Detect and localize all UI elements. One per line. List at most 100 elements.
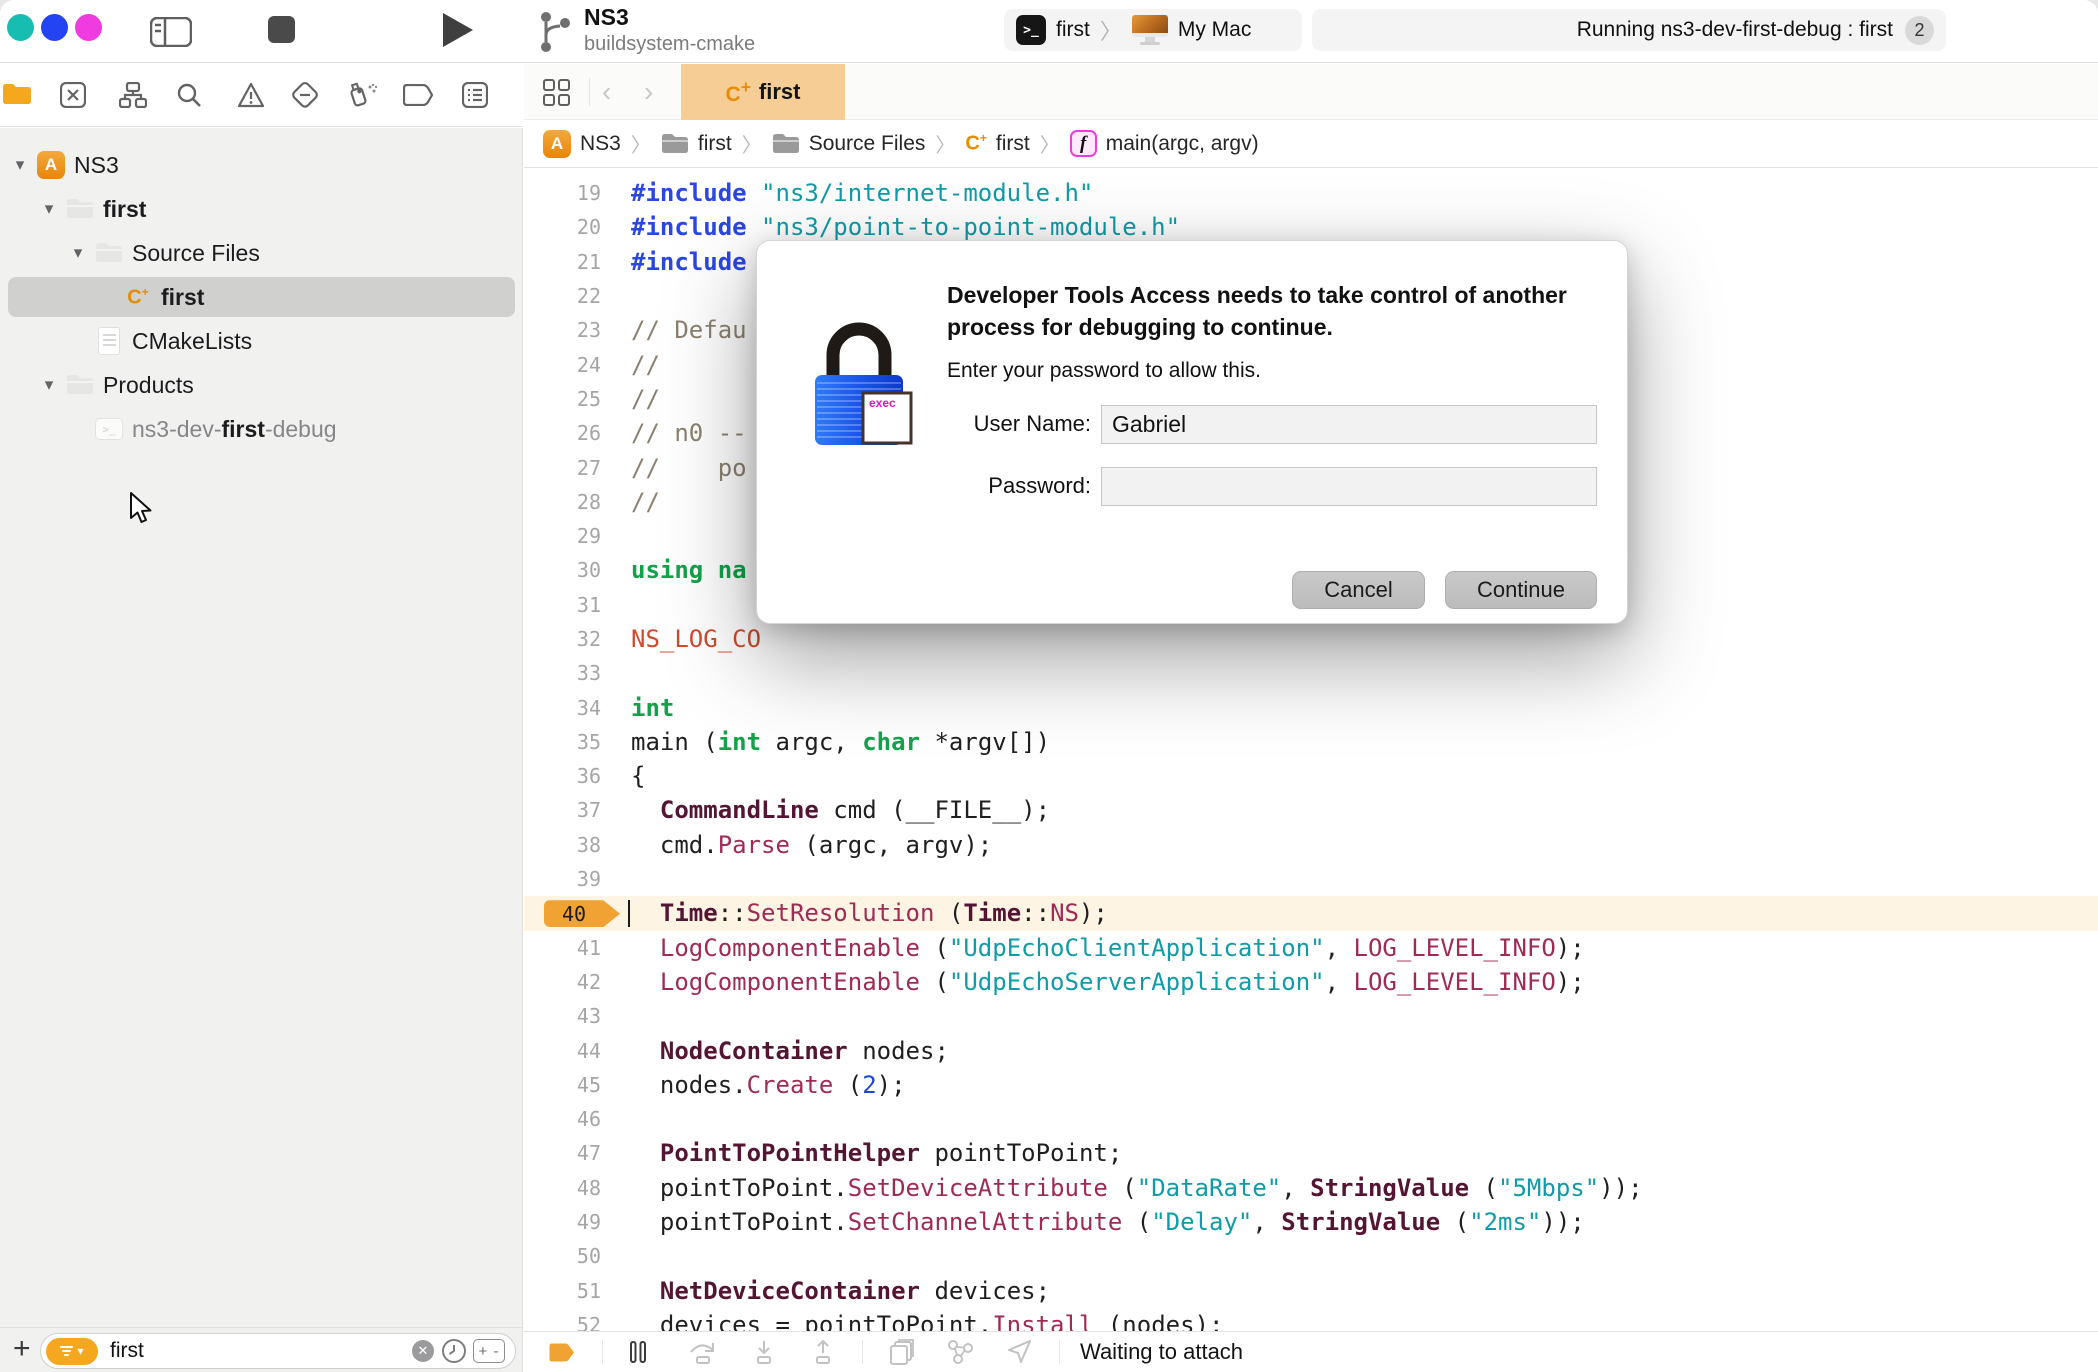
filter-options-icon[interactable]: ▾ xyxy=(46,1337,98,1365)
code-line[interactable]: 52 devices = pointToPoint.Install (nodes… xyxy=(524,1308,2098,1331)
breakpoints-toggle-icon[interactable] xyxy=(549,1343,575,1362)
tree-row[interactable]: ▾ first xyxy=(0,187,523,231)
password-field[interactable] xyxy=(1101,467,1597,506)
code-line[interactable]: 50 xyxy=(524,1239,2098,1273)
tree-row[interactable]: C+ first xyxy=(0,275,523,319)
line-number[interactable]: 46 xyxy=(524,1107,608,1131)
run-destination-label[interactable]: My Mac xyxy=(1178,18,1252,42)
symbol-navigator-icon[interactable] xyxy=(119,82,147,108)
traffic-zoom-button[interactable] xyxy=(75,14,102,41)
breakpoint-navigator-icon[interactable] xyxy=(403,84,433,106)
line-number[interactable]: 26 xyxy=(524,421,608,445)
line-number[interactable]: 23 xyxy=(524,318,608,342)
breakpoint-badge[interactable]: 40 xyxy=(544,900,620,928)
code-line[interactable]: 45 nodes.Create (2); xyxy=(524,1068,2098,1102)
code-line[interactable]: 34 int xyxy=(524,690,2098,724)
disclosure-chevron-icon[interactable]: ▾ xyxy=(39,375,59,395)
line-number[interactable]: 50 xyxy=(524,1244,608,1268)
report-navigator-icon[interactable] xyxy=(462,82,488,108)
line-number[interactable]: 32 xyxy=(524,627,608,651)
tree-row[interactable]: ▾ Source Files xyxy=(0,231,523,275)
project-navigator-icon[interactable] xyxy=(2,83,32,107)
traffic-minimize-button[interactable] xyxy=(41,14,68,41)
tree-row[interactable]: >_ ns3-dev-first-debug xyxy=(0,407,523,451)
line-number[interactable]: 42 xyxy=(524,970,608,994)
line-number[interactable]: 45 xyxy=(524,1073,608,1097)
line-number[interactable]: 31 xyxy=(524,593,608,617)
code-line[interactable]: 40 Time::SetResolution (Time::NS); xyxy=(524,896,2098,931)
line-number[interactable]: 52 xyxy=(524,1313,608,1331)
line-number[interactable]: 29 xyxy=(524,524,608,548)
back-chevron-icon[interactable]: ‹ xyxy=(602,64,611,120)
disclosure-chevron-icon[interactable]: ▾ xyxy=(10,155,30,175)
code-line[interactable]: 32 NS_LOG_CO xyxy=(524,622,2098,656)
code-line[interactable]: 46 xyxy=(524,1102,2098,1136)
code-line[interactable]: 39 xyxy=(524,862,2098,896)
breadcrumb-item[interactable]: f main(argc, argv) xyxy=(1069,130,1259,157)
disclosure-chevron-icon[interactable]: ▾ xyxy=(39,199,59,219)
line-number[interactable]: 36 xyxy=(524,764,608,788)
sidebar-toggle-icon[interactable] xyxy=(150,17,192,47)
code-line[interactable]: 51 NetDeviceContainer devices; xyxy=(524,1274,2098,1308)
traffic-close-button[interactable] xyxy=(7,14,34,41)
recents-clock-icon[interactable] xyxy=(441,1338,467,1364)
code-line[interactable]: 19 #include "ns3/internet-module.h" xyxy=(524,176,2098,210)
username-field[interactable]: Gabriel xyxy=(1101,405,1597,444)
code-line[interactable]: 37 CommandLine cmd (__FILE__); xyxy=(524,793,2098,827)
stop-button[interactable] xyxy=(268,16,295,43)
line-number[interactable]: 33 xyxy=(524,661,608,685)
line-number[interactable]: 20 xyxy=(524,215,608,239)
breadcrumb-item[interactable]: C+ first xyxy=(965,131,1029,156)
tree-row[interactable]: ▾ Products xyxy=(0,363,523,407)
line-number[interactable]: 22 xyxy=(524,284,608,308)
cancel-button[interactable]: Cancel xyxy=(1292,571,1425,609)
code-line[interactable]: 36 { xyxy=(524,759,2098,793)
code-line[interactable]: 38 cmd.Parse (argc, argv); xyxy=(524,828,2098,862)
line-number[interactable]: 48 xyxy=(524,1176,608,1200)
line-number[interactable]: 25 xyxy=(524,387,608,411)
line-number[interactable]: 51 xyxy=(524,1279,608,1303)
scheme-selector[interactable]: >_ first 〉 My Mac xyxy=(1004,9,1302,51)
tab-overview-icon[interactable] xyxy=(542,64,572,120)
source-control-navigator-icon[interactable] xyxy=(60,82,86,108)
debug-navigator-icon[interactable] xyxy=(348,81,378,109)
line-number[interactable]: 47 xyxy=(524,1141,608,1165)
line-number[interactable]: 27 xyxy=(524,456,608,480)
code-line[interactable]: 42 LogComponentEnable ("UdpEchoServerApp… xyxy=(524,965,2098,999)
scheme-target-label[interactable]: first xyxy=(1056,18,1090,42)
code-line[interactable]: 33 xyxy=(524,656,2098,690)
breadcrumb-item[interactable]: first xyxy=(661,132,732,156)
filter-input[interactable]: first xyxy=(110,1339,412,1363)
line-number[interactable]: 43 xyxy=(524,1004,608,1028)
code-line[interactable]: 41 LogComponentEnable ("UdpEchoClientApp… xyxy=(524,931,2098,965)
line-number[interactable]: 35 xyxy=(524,730,608,754)
forward-chevron-icon[interactable]: › xyxy=(644,64,653,120)
code-line[interactable]: 43 xyxy=(524,999,2098,1033)
line-number[interactable]: 37 xyxy=(524,798,608,822)
tree-row[interactable]: CMakeLists xyxy=(0,319,523,363)
line-number[interactable]: 24 xyxy=(524,353,608,377)
line-number[interactable]: 28 xyxy=(524,490,608,514)
activity-status[interactable]: Running ns3-dev-first-debug : first 2 xyxy=(1312,9,1946,51)
pause-icon[interactable] xyxy=(630,1341,646,1363)
line-number[interactable]: 41 xyxy=(524,936,608,960)
line-number[interactable]: 30 xyxy=(524,558,608,582)
clear-filter-icon[interactable]: ✕ xyxy=(412,1340,434,1362)
test-navigator-icon[interactable] xyxy=(291,81,319,109)
code-line[interactable]: 35 main (int argc, char *argv[]) xyxy=(524,725,2098,759)
code-line[interactable]: 44 NodeContainer nodes; xyxy=(524,1033,2098,1067)
line-number[interactable]: 38 xyxy=(524,833,608,857)
code-line[interactable]: 48 pointToPoint.SetDeviceAttribute ("Dat… xyxy=(524,1171,2098,1205)
line-number[interactable]: 21 xyxy=(524,250,608,274)
line-number[interactable]: 44 xyxy=(524,1039,608,1063)
disclosure-chevron-icon[interactable]: ▾ xyxy=(68,243,88,263)
find-navigator-icon[interactable] xyxy=(176,82,202,108)
tab-first[interactable]: C+ first xyxy=(681,64,845,120)
code-line[interactable]: 49 pointToPoint.SetChannelAttribute ("De… xyxy=(524,1205,2098,1239)
flags-filter-icon[interactable]: + - xyxy=(473,1339,505,1363)
breadcrumb-item[interactable]: A NS3 xyxy=(543,129,621,158)
filter-field[interactable]: ▾ first ✕ + - xyxy=(40,1333,516,1369)
issue-count-badge[interactable]: 2 xyxy=(1905,15,1934,45)
run-button[interactable] xyxy=(443,13,473,47)
breadcrumb-item[interactable]: Source Files xyxy=(772,132,925,156)
